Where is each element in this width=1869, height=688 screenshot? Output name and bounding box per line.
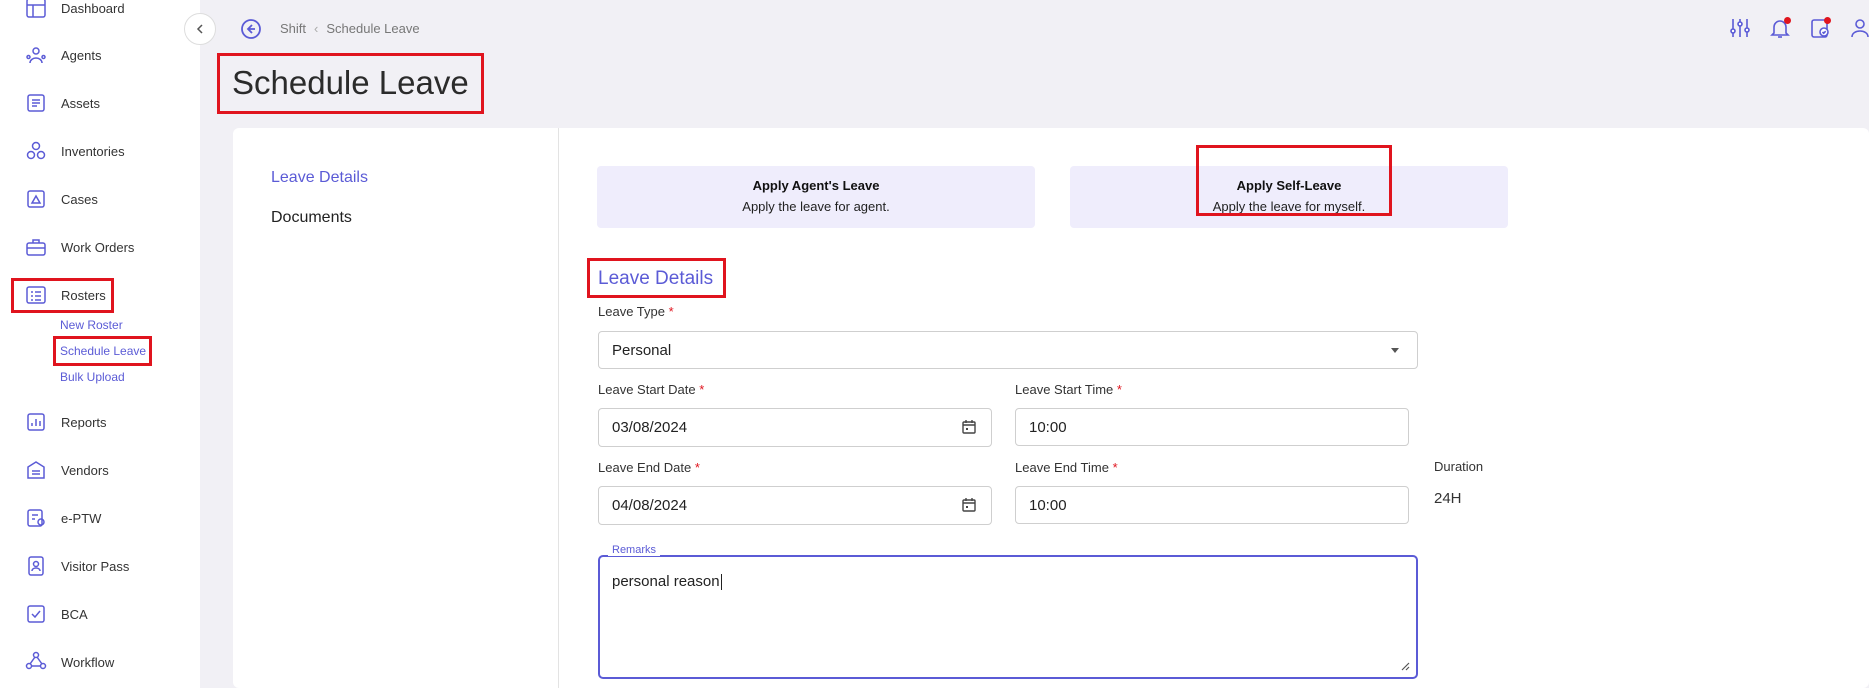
leave-end-date-label: Leave End Date * bbox=[598, 460, 700, 475]
sidebar-item-label: Agents bbox=[61, 47, 102, 63]
sidebar-item-label: BCA bbox=[61, 606, 88, 622]
apply-agent-leave-card[interactable]: Apply Agent's Leave Apply the leave for … bbox=[597, 166, 1035, 228]
notification-dot bbox=[1784, 17, 1791, 24]
rosters-icon bbox=[25, 284, 47, 306]
tab-documents[interactable]: Documents bbox=[271, 209, 352, 227]
resize-handle-icon[interactable] bbox=[1400, 661, 1410, 671]
inventories-icon bbox=[25, 140, 47, 162]
work-orders-icon bbox=[25, 236, 47, 258]
sidebar-item-label: Work Orders bbox=[61, 239, 135, 255]
sidebar-item-label: Cases bbox=[61, 191, 98, 207]
chevron-left-icon bbox=[196, 24, 203, 34]
header-icons bbox=[1728, 16, 1869, 40]
apply-agent-leave-title: Apply Agent's Leave bbox=[752, 178, 880, 193]
sidebar-item-work-orders[interactable]: Work Orders bbox=[0, 227, 200, 267]
breadcrumb-parent[interactable]: Shift bbox=[280, 21, 306, 36]
reports-icon bbox=[25, 411, 47, 433]
leave-start-date-value: 03/08/2024 bbox=[612, 419, 688, 436]
sidebar-item-label: Dashboard bbox=[61, 0, 125, 16]
remarks-value: personal reason bbox=[612, 573, 722, 591]
sidebar-item-assets[interactable]: Assets bbox=[0, 83, 200, 123]
leave-end-time-label: Leave End Time * bbox=[1015, 460, 1118, 475]
visitor-pass-icon bbox=[25, 555, 47, 577]
leave-end-date-input[interactable]: 04/08/2024 bbox=[598, 486, 992, 525]
sidebar-collapse-button[interactable] bbox=[184, 13, 216, 45]
sidebar-subitem-schedule-leave[interactable]: Schedule Leave bbox=[60, 344, 146, 358]
apply-self-leave-card[interactable]: Apply Self-Leave Apply the leave for mys… bbox=[1070, 166, 1508, 228]
form-sections-nav: Leave Details Documents bbox=[233, 128, 559, 688]
apply-agent-leave-desc: Apply the leave for agent. bbox=[742, 199, 890, 214]
leave-end-date-value: 04/08/2024 bbox=[612, 497, 688, 514]
eptw-icon bbox=[25, 507, 47, 529]
notification-bell-icon[interactable] bbox=[1768, 16, 1792, 40]
tab-leave-details[interactable]: Leave Details bbox=[271, 169, 368, 187]
cases-icon bbox=[25, 188, 47, 210]
sidebar-item-dashboard[interactable]: Dashboard bbox=[0, 0, 200, 28]
workflow-icon bbox=[25, 651, 47, 673]
leave-start-time-input[interactable]: 10:00 bbox=[1015, 408, 1409, 446]
apply-self-leave-desc: Apply the leave for myself. bbox=[1212, 199, 1366, 214]
sidebar-item-label: Assets bbox=[61, 95, 101, 111]
duration-value: 24H bbox=[1434, 490, 1462, 507]
leave-start-date-input[interactable]: 03/08/2024 bbox=[598, 408, 992, 447]
leave-type-label: Leave Type * bbox=[598, 304, 674, 319]
sidebar-item-bca[interactable]: BCA bbox=[0, 594, 200, 634]
breadcrumb-current: Schedule Leave bbox=[326, 21, 420, 36]
sidebar-item-label: Reports bbox=[61, 414, 107, 430]
sidebar-item-cases[interactable]: Cases bbox=[0, 179, 200, 219]
leave-end-time-input[interactable]: 10:00 bbox=[1015, 486, 1409, 524]
calendar-icon[interactable] bbox=[961, 419, 977, 435]
remarks-textarea[interactable]: Remarks personal reason bbox=[598, 544, 1418, 679]
sidebar-item-rosters[interactable]: Rosters bbox=[0, 275, 200, 315]
sidebar-item-vendors[interactable]: Vendors bbox=[0, 450, 200, 490]
sidebar-item-label: Inventories bbox=[61, 143, 125, 159]
apply-self-leave-title: Apply Self-Leave bbox=[1236, 178, 1342, 193]
dropdown-arrow-icon bbox=[1391, 348, 1399, 353]
sidebar-subitem-bulk-upload[interactable]: Bulk Upload bbox=[60, 370, 125, 384]
remarks-label: Remarks bbox=[608, 544, 661, 556]
leave-end-time-value: 10:00 bbox=[1029, 496, 1067, 514]
duration-label: Duration bbox=[1434, 459, 1484, 474]
sidebar: Dashboard Agents Assets Inventories Case… bbox=[0, 0, 200, 688]
main-card: Leave Details Documents Apply Agent's Le… bbox=[233, 128, 1869, 688]
user-profile-icon[interactable] bbox=[1848, 16, 1869, 40]
sidebar-item-label: e-PTW bbox=[61, 510, 102, 526]
assets-icon bbox=[25, 92, 47, 114]
sidebar-item-label: Workflow bbox=[61, 654, 115, 670]
sidebar-item-label: Vendors bbox=[61, 462, 109, 478]
task-check-icon[interactable] bbox=[1808, 16, 1832, 40]
leave-start-date-label: Leave Start Date * bbox=[598, 382, 705, 397]
leave-type-select[interactable]: Personal bbox=[598, 331, 1418, 369]
back-arrow-icon[interactable] bbox=[240, 18, 262, 40]
agents-icon bbox=[25, 44, 47, 66]
sidebar-item-inventories[interactable]: Inventories bbox=[0, 131, 200, 171]
sidebar-item-reports[interactable]: Reports bbox=[0, 402, 200, 442]
section-title: Leave Details bbox=[598, 268, 714, 289]
leave-type-value: Personal bbox=[612, 341, 672, 359]
sidebar-subitem-new-roster[interactable]: New Roster bbox=[60, 318, 123, 332]
bca-icon bbox=[25, 603, 47, 625]
sidebar-item-label: Visitor Pass bbox=[61, 558, 130, 574]
filter-settings-icon[interactable] bbox=[1728, 16, 1752, 40]
calendar-icon[interactable] bbox=[961, 497, 977, 513]
sidebar-item-visitor-pass[interactable]: Visitor Pass bbox=[0, 546, 200, 586]
task-dot bbox=[1824, 17, 1831, 24]
sidebar-item-eptw[interactable]: e-PTW bbox=[0, 498, 200, 538]
dashboard-icon bbox=[25, 0, 47, 19]
vendors-icon bbox=[25, 459, 47, 481]
leave-start-time-label: Leave Start Time * bbox=[1015, 382, 1122, 397]
breadcrumb: Shift ‹ Schedule Leave bbox=[280, 21, 420, 36]
sidebar-item-agents[interactable]: Agents bbox=[0, 35, 200, 75]
page-title: Schedule Leave bbox=[232, 64, 469, 101]
sidebar-item-label: Rosters bbox=[61, 287, 106, 303]
leave-start-time-value: 10:00 bbox=[1029, 418, 1067, 436]
breadcrumb-separator-icon: ‹ bbox=[314, 21, 319, 36]
sidebar-item-workflow[interactable]: Workflow bbox=[0, 642, 200, 682]
